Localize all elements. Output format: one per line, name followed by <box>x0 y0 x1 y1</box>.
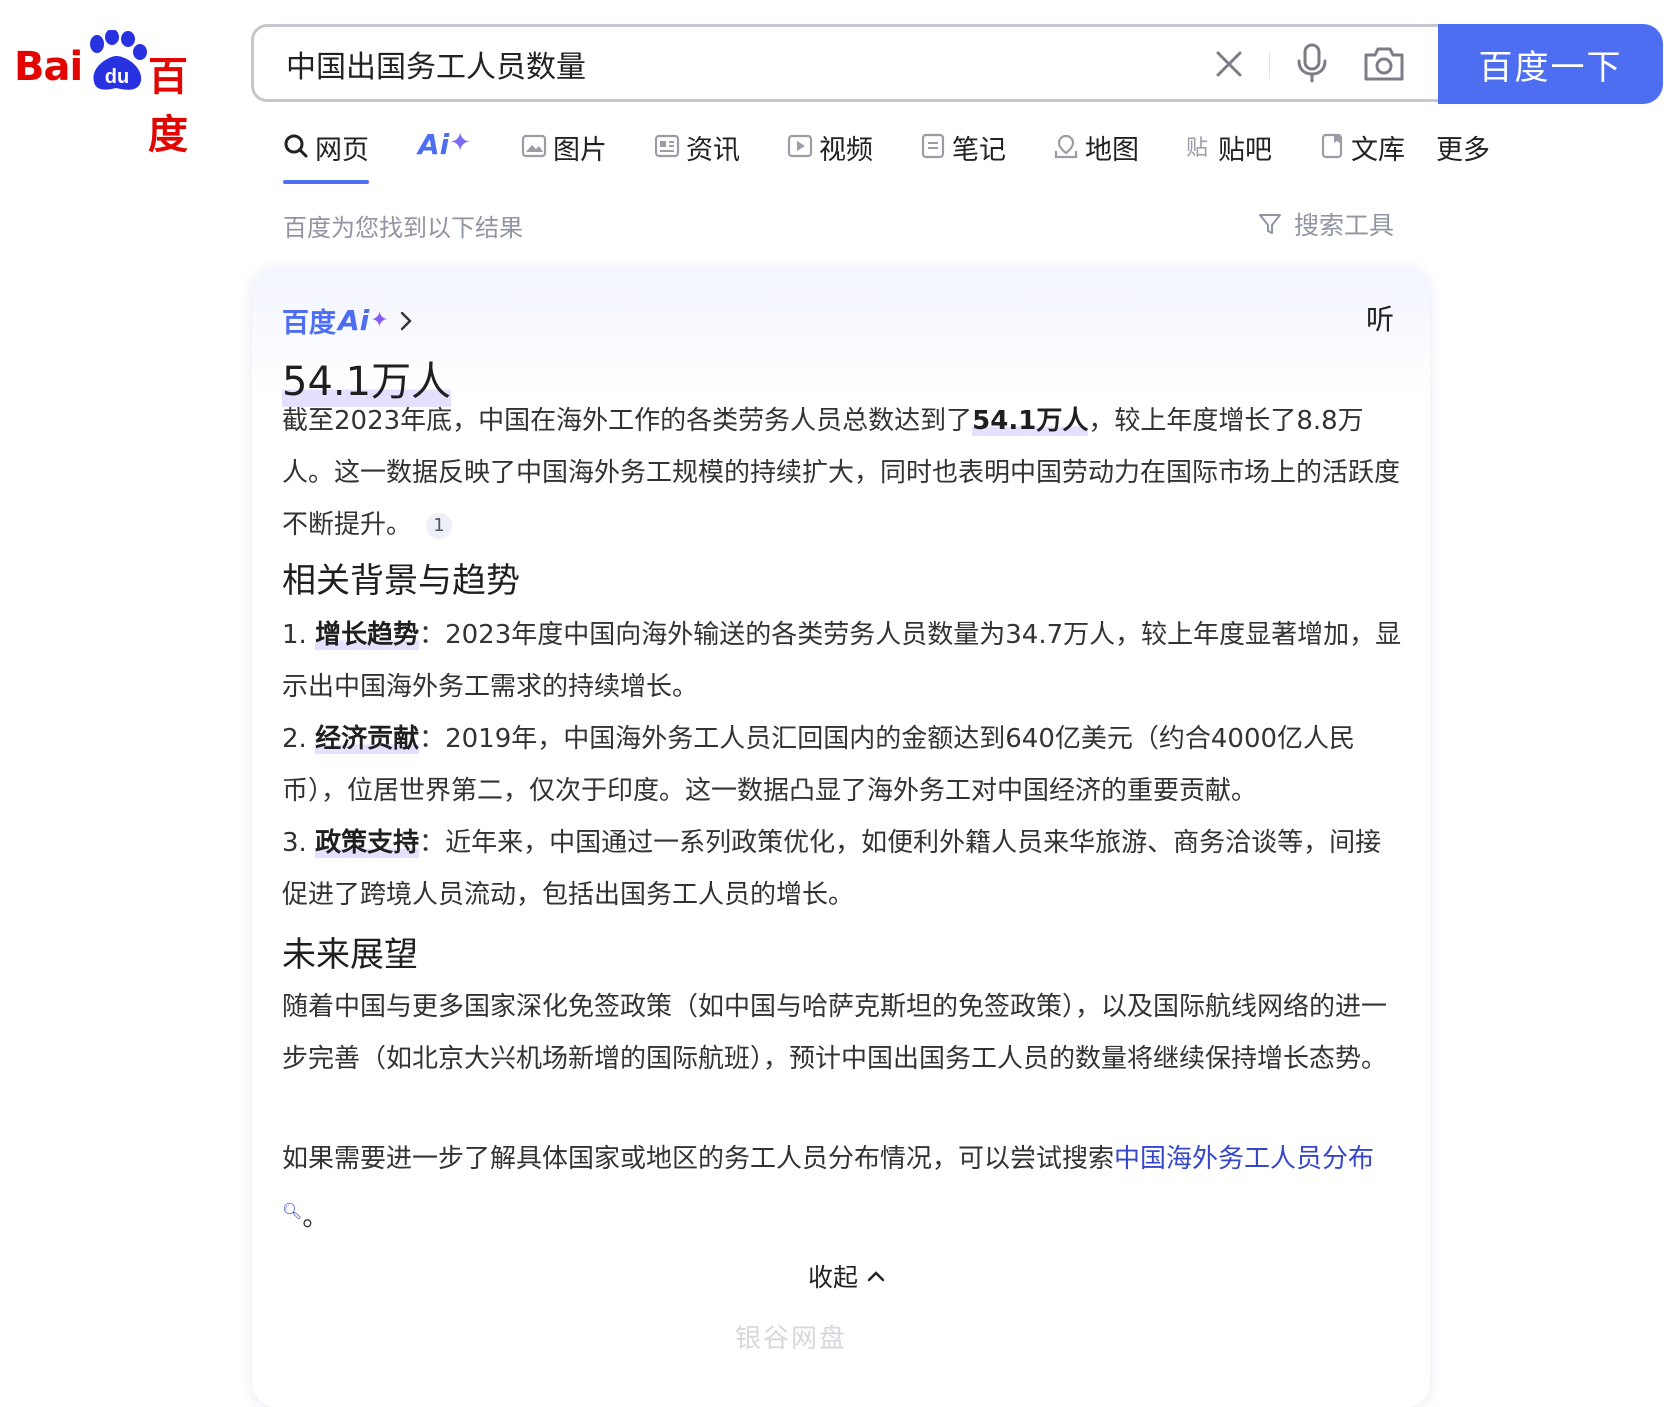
list-item-number: 1. <box>282 620 307 650</box>
list-item-number: 2. <box>282 724 307 754</box>
tab-label: 网页 <box>315 135 369 166</box>
tab-label: 图片 <box>553 135 607 166</box>
svg-text:贴: 贴 <box>1186 136 1208 159</box>
section-heading-outlook: 未来展望 <box>282 935 418 975</box>
section-heading-background: 相关背景与趋势 <box>282 561 520 601</box>
search-input[interactable] <box>284 39 1168 89</box>
tab-web[interactable]: 网页 <box>283 128 369 184</box>
ai-spark-icon: ✦ <box>370 308 389 333</box>
tab-video[interactable]: 视频 <box>787 128 873 184</box>
tab-map[interactable]: 地图 <box>1053 128 1139 184</box>
intro-before: 截至2023年底，中国在海外工作的各类劳务人员总数达到了 <box>282 406 973 436</box>
intro-bold: 54.1万人 <box>972 406 1089 436</box>
ai-brand-name: 百度 <box>282 308 336 339</box>
search-box <box>251 24 1441 102</box>
tab-more[interactable]: 更多 <box>1436 128 1490 184</box>
watermark: 银谷网盘 <box>735 1324 848 1354</box>
list-item-number: 3. <box>282 828 307 858</box>
tab-ai[interactable]: Ai ✦ <box>418 128 471 184</box>
list-item: 3. 政策支持：近年来，中国通过一系列政策优化，如便利外籍人员来华旅游、商务洽谈… <box>282 817 1407 921</box>
paw-du-text: du <box>105 66 129 88</box>
camera-icon[interactable] <box>1362 45 1406 83</box>
map-icon <box>1054 134 1078 159</box>
suggest-paragraph: 如果需要进一步了解具体国家或地区的务工人员分布情况，可以尝试搜索中国海外务工人员… <box>282 1133 1407 1244</box>
intro-paragraph: 截至2023年底，中国在海外工作的各类劳务人员总数达到了54.1万人，较上年度增… <box>282 395 1407 551</box>
tab-images[interactable]: 图片 <box>521 128 607 184</box>
tab-label: Ai <box>418 128 450 161</box>
tab-label: 地图 <box>1085 135 1139 166</box>
note-icon <box>921 133 945 159</box>
list-item: 1. 增长趋势：2023年度中国向海外输送的各类劳务人员数量为34.7万人，较上… <box>282 609 1407 713</box>
tab-news[interactable]: 资讯 <box>654 128 740 184</box>
outlook-paragraph: 随着中国与更多国家深化免签政策（如中国与哈萨克斯坦的免签政策），以及国际航线网络… <box>282 992 1388 1074</box>
ai-brand-ai: Ai <box>338 304 370 337</box>
collapse-label: 收起 <box>808 1263 859 1292</box>
logo-latin: Bai <box>14 44 83 90</box>
list-item: 2. 经济贡献：2019年，中国海外务工人员汇回国内的金额达到640亿美元（约合… <box>282 713 1407 817</box>
tab-tieba[interactable]: 贴 贴吧 <box>1186 128 1272 184</box>
ai-spark-icon: ✦ <box>449 128 472 158</box>
suggest-before: 如果需要进一步了解具体国家或地区的务工人员分布情况，可以尝试搜索 <box>282 1144 1115 1174</box>
list-item-text: ：2019年，中国海外务工人员汇回国内的金额达到640亿美元（约合4000亿人民… <box>282 724 1356 806</box>
search-icon: 🔍︎ <box>282 1201 303 1220</box>
microphone-icon[interactable] <box>1294 43 1330 83</box>
tieba-icon: 贴 <box>1186 136 1208 159</box>
video-icon <box>787 134 813 158</box>
image-icon <box>521 134 547 158</box>
tab-label: 笔记 <box>952 135 1006 166</box>
tab-wenku[interactable]: 文库 <box>1319 128 1405 184</box>
news-icon <box>654 134 680 158</box>
filter-icon <box>1259 214 1281 234</box>
list-item-title: 经济贡献 <box>315 724 420 754</box>
ai-brand-link[interactable]: 百度 Ai ✦ <box>282 301 413 340</box>
search-divider <box>1269 51 1270 79</box>
chevron-up-icon <box>867 1271 885 1282</box>
tab-label: 资讯 <box>686 135 740 166</box>
logo-chinese: 百度 <box>148 54 188 158</box>
suggest-link-text: 中国海外务工人员分布 <box>1114 1144 1375 1174</box>
search-icon <box>284 134 308 158</box>
tab-notes[interactable]: 笔记 <box>920 128 1006 184</box>
paw-icon: du <box>90 30 147 90</box>
tab-label: 贴吧 <box>1218 135 1272 166</box>
tab-label: 更多 <box>1436 135 1490 166</box>
ai-answer-card: 百度 Ai ✦ 听 54.1万人 截至2023年底，中国在海外工作的各类劳务人员… <box>252 267 1430 1407</box>
suggest-after: 。 <box>302 1202 329 1233</box>
search-tools-button[interactable]: 搜索工具 <box>1258 206 1394 242</box>
listen-button[interactable]: 听 <box>1360 297 1400 339</box>
collapse-button[interactable]: 收起 <box>802 1257 892 1295</box>
citation-badge[interactable]: 1 <box>426 512 453 539</box>
search-tools-label: 搜索工具 <box>1294 211 1395 240</box>
chevron-right-icon <box>400 311 412 330</box>
list-item-title: 政策支持 <box>315 828 420 858</box>
tab-label: 视频 <box>819 135 873 166</box>
search-button[interactable]: 百度一下 <box>1438 24 1663 104</box>
list-item-text: ：近年来，中国通过一系列政策优化，如便利外籍人员来华旅游、商务洽谈等，间接促进了… <box>282 828 1382 910</box>
result-count: 百度为您找到以下结果 <box>283 214 523 242</box>
list-item-text: ：2023年度中国向海外输送的各类劳务人员数量为34.7万人，较上年度显著增加，… <box>282 620 1402 702</box>
clear-icon[interactable] <box>1214 49 1244 79</box>
baidu-logo[interactable]: Bai du 百度 <box>14 30 219 158</box>
tab-label: 文库 <box>1351 135 1405 166</box>
wenku-icon <box>1321 133 1343 159</box>
list-item-title: 增长趋势 <box>315 620 420 650</box>
